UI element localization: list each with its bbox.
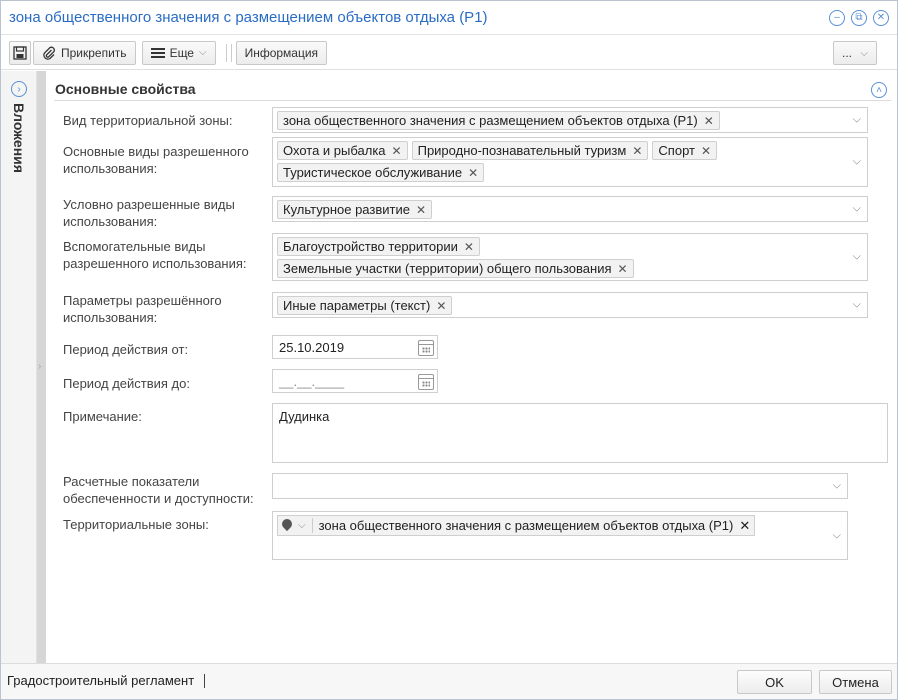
window-title: зона общественного значения с размещение… [9,9,488,26]
attachments-sidebar: › Вложения [1,71,37,663]
zone-type-tags: зона общественного значения с размещение… [277,111,845,130]
overflow-menu-button[interactable]: ... ⌵ [833,41,877,65]
chevron-down-icon[interactable]: ⌵ [298,520,306,531]
chevron-down-icon: ⌵ [198,47,207,58]
note-value: Дудинка [279,409,330,424]
regulation-label: Градостроительный регламент [7,674,206,688]
chevron-down-icon[interactable]: ⌵ [853,251,861,264]
remove-tag-icon[interactable]: ✕ [618,262,628,276]
territorial-zone-tag: ⌵ зона общественного значения с размещен… [277,515,756,536]
remove-tag-icon[interactable]: ✕ [416,203,426,217]
dialog-window: зона общественного значения с размещение… [0,0,898,700]
period-from-label: Период действия от: [63,342,189,357]
overflow-label: ... [842,46,853,60]
paperclip-icon [43,46,55,60]
attach-button[interactable]: Прикрепить [33,40,136,65]
tag: Спорт ✕ [652,141,718,160]
cancel-button[interactable]: Отмена [819,670,892,694]
panel-splitter[interactable]: › [37,71,46,663]
splitter-grip-icon: › [38,361,42,372]
chevron-down-icon[interactable]: ⌵ [833,529,841,542]
attachments-tab[interactable]: Вложения [11,103,27,173]
territorial-zone-name: зона общественного значения с размещение… [318,518,734,533]
main-uses-select[interactable]: Охота и рыбалка ✕ Природно-познавательный… [272,137,868,187]
status-bar: Градостроительный регламент OK Отмена [1,663,897,699]
period-to-date-input[interactable]: __.__.____ [272,369,438,393]
indicators-label: Расчетные показатели обеспеченности и до… [63,474,254,506]
zone-type-label: Вид территориальной зоны: [63,113,233,128]
minimize-icon[interactable]: – [829,10,845,26]
title-bar: зона общественного значения с размещение… [1,1,897,35]
chevron-down-icon[interactable]: ⌵ [853,114,861,127]
indicators-select[interactable]: ⌵ [272,473,848,499]
auxiliary-uses-tags: Благоустройство территории ✕ Земельные уч… [277,237,845,278]
section-header: Основные свойства ˄ [54,79,891,101]
territorial-zones-label: Территориальные зоны: [63,517,209,532]
tag: зона общественного значения с размещение… [277,111,720,130]
main-uses-label: Основные виды разрешенного использования… [63,144,249,176]
period-from-value: 25.10.2019 [279,339,345,355]
chevron-down-icon[interactable]: ⌵ [853,156,861,169]
period-to-label: Период действия до: [63,376,190,391]
map-pin-icon[interactable] [282,519,292,533]
toolbar-divider [225,43,227,62]
chevron-down-icon[interactable]: ⌵ [853,203,861,216]
more-label: Еще [169,45,194,60]
auxiliary-uses-label: Вспомогательные виды разрешенного исполь… [63,239,247,271]
remove-tag-icon[interactable]: ✕ [739,518,750,534]
remove-tag-icon[interactable]: ✕ [632,144,642,158]
info-button[interactable]: Информация [235,40,328,65]
collapse-section-icon[interactable]: ˄ [871,82,887,98]
conditional-uses-select[interactable]: Культурное развитие ✕ ⌵ [272,196,868,222]
remove-tag-icon[interactable]: ✕ [392,144,402,158]
toolbar: Прикрепить Еще ⌵ Информация ... ⌵ [1,36,897,70]
section-title: Основные свойства [55,81,196,97]
chevron-down-icon: ⌵ [860,47,868,59]
info-label: Информация [244,45,319,60]
zone-type-select[interactable]: зона общественного значения с размещение… [272,107,868,133]
use-params-select[interactable]: Иные параметры (текст) ✕ ⌵ [272,292,868,318]
note-textarea[interactable]: Дудинка [272,403,888,463]
remove-tag-icon[interactable]: ✕ [436,299,446,313]
tag: Туристическое обслуживание ✕ [277,163,485,182]
main-uses-tags: Охота и рыбалка ✕ Природно-познавательный… [277,141,845,182]
tag: Иные параметры (текст) ✕ [277,296,453,315]
ok-button[interactable]: OK [737,670,812,694]
calendar-icon[interactable] [418,340,434,356]
territorial-zones-select[interactable]: ⌵ зона общественного значения с размещен… [272,511,848,560]
tag: Земельные участки (территории) общего по… [277,259,634,278]
remove-tag-icon[interactable]: ✕ [464,240,474,254]
save-icon [13,45,27,60]
calendar-icon[interactable] [418,374,434,390]
remove-tag-icon[interactable]: ✕ [701,144,711,158]
menu-icon [150,47,165,58]
auxiliary-uses-select[interactable]: Благоустройство территории ✕ Земельные уч… [272,233,868,281]
tag: Охота и рыбалка ✕ [277,141,408,160]
remove-tag-icon[interactable]: ✕ [468,166,478,180]
expand-sidebar-icon[interactable]: › [11,81,27,97]
more-menu-button[interactable]: Еще ⌵ [141,40,216,65]
territorial-zones-tags: ⌵ зона общественного значения с размещен… [277,515,825,536]
tag: Благоустройство территории ✕ [277,237,480,256]
use-params-tags: Иные параметры (текст) ✕ [277,296,845,315]
period-to-value: __.__.____ [279,373,345,389]
tag: Культурное развитие ✕ [277,200,433,219]
tag: Природно-познавательный туризм ✕ [411,141,649,160]
window-controls: – ⧉ ✕ [829,10,889,26]
tag-divider [311,518,313,533]
use-params-label: Параметры разрешённого использования: [63,293,222,325]
close-icon[interactable]: ✕ [873,10,889,26]
period-from-date-input[interactable]: 25.10.2019 [272,335,438,359]
form-content: Основные свойства ˄ Вид территориальной … [46,71,897,663]
save-button[interactable] [9,40,31,65]
chevron-down-icon[interactable]: ⌵ [833,480,841,493]
toolbar-divider [230,43,232,62]
remove-tag-icon[interactable]: ✕ [704,114,714,128]
attach-label: Прикрепить [61,45,127,60]
chevron-down-icon[interactable]: ⌵ [853,299,861,312]
conditional-uses-tags: Культурное развитие ✕ [277,200,845,219]
restore-icon[interactable]: ⧉ [851,10,867,26]
conditional-uses-label: Условно разрешенные виды использования: [63,197,235,229]
note-label: Примечание: [63,409,142,424]
